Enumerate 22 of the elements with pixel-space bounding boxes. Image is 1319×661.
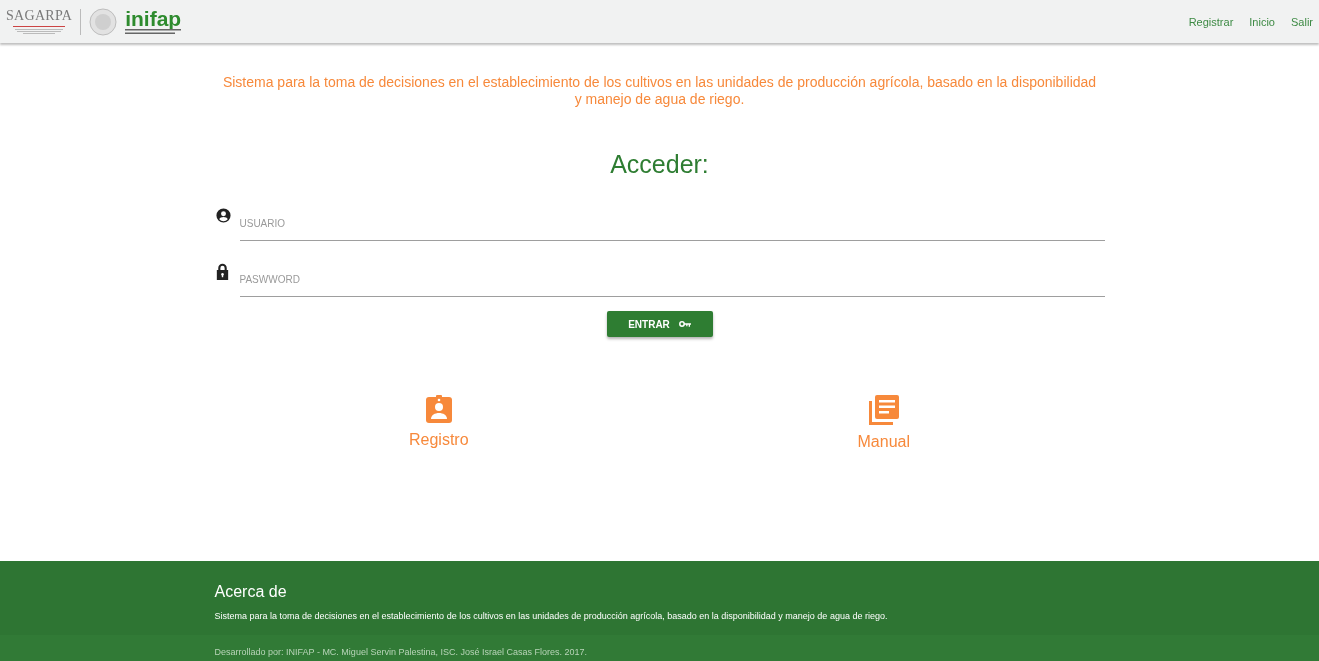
login-title: Acceder: [610,150,709,179]
footer-title: Acerca de [214,583,288,601]
lock-icon [214,263,230,280]
footer-text: Sistema para la toma de decisiones en el establecimiento de los cultivos en las unidades de producción agrícola, basado en la disponibilidad y manejo de agua de riego. [214,611,889,621]
login-button[interactable]: ENTRAR [606,311,713,337]
user-icon [214,207,232,224]
nav-card-link[interactable]: Manual [857,395,910,451]
seal-icon [89,7,118,36]
intro-text: Sistema para la toma de decisiones en el establecimiento de los cultivos en las unidades de producción agrícola, basado en la disponibilidad y manejo de agua de riego. [221,74,1098,108]
id-badge-icon [425,395,452,423]
logo-text: inifap [125,8,183,29]
logo-text: SAGARPA [6,8,73,24]
password-field[interactable]: PASWWORD [239,263,1105,297]
nav-card-link[interactable]: Registro [409,395,469,451]
key-icon [678,321,691,327]
logo-subtitle-drawing [11,26,68,35]
credits-text: Desarrollado por: INIFAP - MC. Miguel Servin Palestina, ISC. José Israel Casas Flores. 2017. [214,646,588,659]
nav-link[interactable]: Registrar [1188,15,1234,28]
username-field[interactable]: USUARIO [239,207,1105,241]
document-stack-icon [868,395,899,425]
nav-link[interactable]: Inicio [1249,15,1275,28]
nav-link[interactable]: Salir [1291,15,1313,28]
